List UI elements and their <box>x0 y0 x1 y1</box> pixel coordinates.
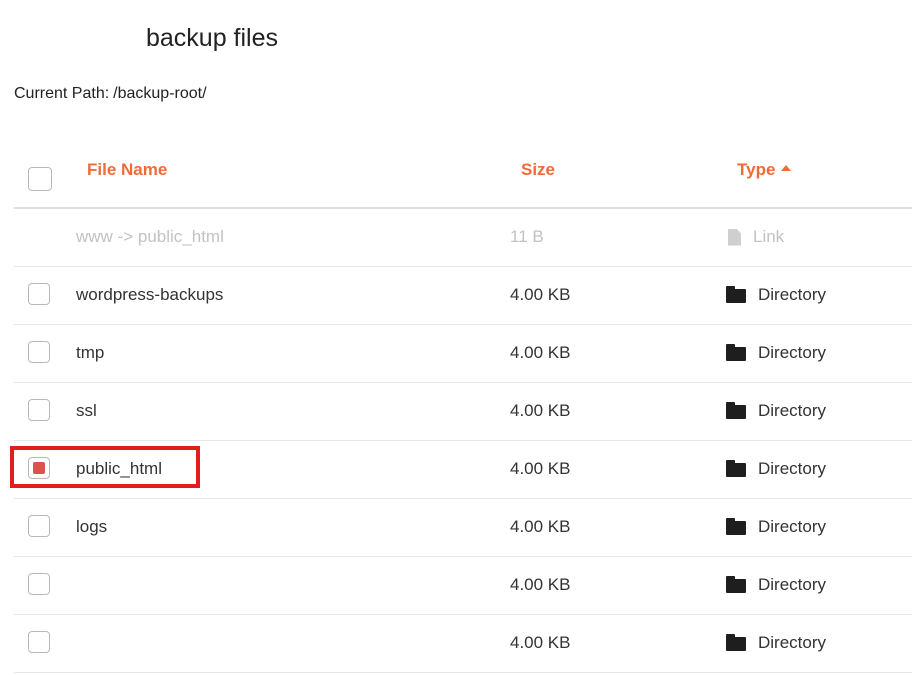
table-row[interactable]: tmp 4.00 KB Directory <box>14 325 912 383</box>
file-type-cell: Directory <box>726 401 826 421</box>
file-type-label: Link <box>753 227 785 246</box>
file-type-label: Directory <box>758 633 827 652</box>
table-header: File Name Size Type <box>14 140 912 209</box>
column-header-type[interactable]: Type <box>737 160 792 180</box>
file-type-label: Directory <box>758 575 827 594</box>
file-size-cell: 4.00 KB <box>510 401 571 420</box>
table-row[interactable]: 4.00 KB Directory <box>14 557 912 615</box>
column-header-file-name[interactable]: File Name <box>87 160 167 180</box>
file-size-cell: 4.00 KB <box>510 343 571 362</box>
table-row[interactable]: logs 4.00 KB Directory <box>14 499 912 557</box>
file-type-cell: Directory <box>726 343 826 363</box>
folder-icon <box>726 460 746 477</box>
current-path-value: /backup-root/ <box>113 85 207 102</box>
file-name-cell: www -> public_html <box>76 227 224 246</box>
file-name-cell[interactable]: wordpress-backups <box>76 285 223 305</box>
row-checkbox[interactable] <box>28 631 50 653</box>
file-size-cell: 4.00 KB <box>510 285 571 304</box>
file-type-cell: Directory <box>726 285 826 305</box>
file-name-cell[interactable]: logs <box>76 517 107 537</box>
file-type-label: Directory <box>758 517 827 536</box>
file-size-cell: 4.00 KB <box>510 517 571 536</box>
table-row[interactable]: 4.00 KB Directory <box>14 615 912 673</box>
file-type-label: Directory <box>758 285 827 304</box>
file-size-cell: 4.00 KB <box>510 575 571 594</box>
file-table: File Name Size Type www -> public_html 11… <box>14 140 912 673</box>
sort-ascending-icon <box>781 165 792 171</box>
file-type-cell: Directory <box>726 633 826 653</box>
folder-icon <box>726 402 746 419</box>
highlight-box <box>10 446 200 488</box>
current-path: Current Path:/backup-root/ <box>14 85 207 103</box>
row-checkbox[interactable] <box>28 283 50 305</box>
folder-icon <box>726 286 746 303</box>
column-header-type-label: Type <box>737 160 776 179</box>
file-type-label: Directory <box>758 401 827 420</box>
folder-icon <box>726 576 746 593</box>
file-icon <box>728 228 741 246</box>
file-type-cell: Directory <box>726 517 826 537</box>
row-checkbox[interactable] <box>28 399 50 421</box>
file-name-cell[interactable]: tmp <box>76 343 104 363</box>
column-header-size[interactable]: Size <box>521 160 555 180</box>
table-row[interactable]: ssl 4.00 KB Directory <box>14 383 912 441</box>
row-checkbox[interactable] <box>28 515 50 537</box>
folder-icon <box>726 518 746 535</box>
row-checkbox[interactable] <box>28 341 50 363</box>
file-size-cell: 11 B <box>510 227 544 246</box>
table-row[interactable]: wordpress-backups 4.00 KB Directory <box>14 267 912 325</box>
table-body: www -> public_html 11 B Link wordpress-back… <box>14 209 912 673</box>
file-type-cell: Link <box>726 227 784 247</box>
file-type-label: Directory <box>758 343 827 362</box>
row-checkbox[interactable] <box>28 573 50 595</box>
table-row[interactable]: www -> public_html 11 B Link <box>14 209 912 267</box>
file-type-label: Directory <box>758 459 827 478</box>
current-path-label: Current Path: <box>14 85 110 102</box>
select-all-checkbox[interactable] <box>28 167 52 191</box>
page-title: backup files <box>146 24 279 52</box>
file-size-cell: 4.00 KB <box>510 459 571 478</box>
file-name-cell[interactable]: ssl <box>76 401 97 421</box>
file-type-cell: Directory <box>726 459 826 479</box>
file-size-cell: 4.00 KB <box>510 633 571 652</box>
folder-icon <box>726 344 746 361</box>
folder-icon <box>726 634 746 651</box>
file-type-cell: Directory <box>726 575 826 595</box>
